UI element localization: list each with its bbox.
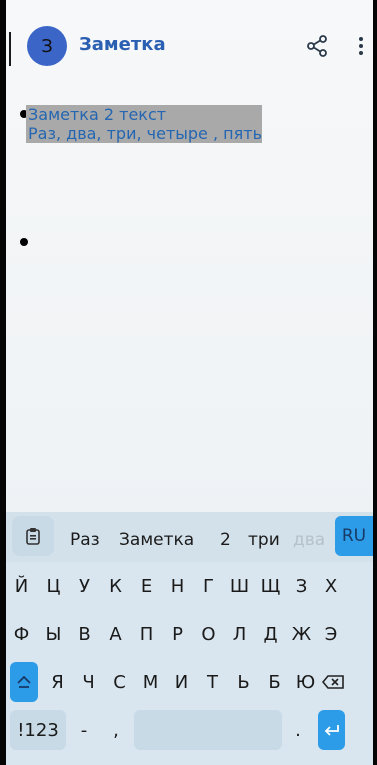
key[interactable]: Ц [38, 566, 69, 606]
key[interactable]: Д [255, 614, 286, 654]
share-icon[interactable] [305, 34, 329, 58]
backspace-icon [322, 675, 344, 689]
key[interactable]: Ш [224, 566, 255, 606]
clipboard-button[interactable] [12, 516, 54, 556]
key-row-3: Я Ч С М И Т Ь Б Ю [6, 658, 373, 706]
clipboard-icon [26, 528, 40, 545]
suggestion-4[interactable]: три [248, 530, 280, 550]
note-line-1[interactable]: Заметка 2 текст [26, 105, 262, 124]
avatar-letter: З [41, 35, 53, 57]
space-key[interactable] [134, 710, 282, 750]
key[interactable]: У [69, 566, 100, 606]
backspace-key[interactable] [321, 662, 345, 702]
key[interactable]: Ж [286, 614, 317, 654]
key[interactable]: Х [317, 566, 345, 606]
screen: З Заметка Заметка 2 текст Раз, два, три,… [0, 0, 377, 765]
selected-text-block[interactable]: Заметка 2 текст Раз, два, три, четыре , … [26, 105, 262, 143]
shift-key[interactable] [10, 662, 38, 702]
key[interactable]: Й [6, 566, 37, 606]
enter-icon [324, 725, 339, 736]
key-row-4: !123 - , . [6, 706, 373, 762]
more-options-icon[interactable] [355, 34, 367, 58]
text-cursor [9, 32, 11, 66]
key[interactable]: Р [162, 614, 193, 654]
suggestion-2[interactable]: Заметка [119, 530, 194, 550]
enter-key[interactable] [318, 710, 345, 750]
key[interactable]: Т [197, 662, 228, 702]
suggestion-strip: Раз Заметка 2 три два RU [6, 512, 373, 562]
key[interactable]: Ф [6, 614, 37, 654]
suggestion-3[interactable]: 2 [220, 530, 231, 550]
key[interactable]: Г [193, 566, 224, 606]
key[interactable]: А [100, 614, 131, 654]
bullet-point [20, 238, 28, 246]
period-key[interactable]: . [286, 710, 310, 750]
key[interactable]: Б [259, 662, 290, 702]
key[interactable]: Ю [290, 662, 321, 702]
numeric-key[interactable]: !123 [10, 710, 66, 750]
language-button[interactable]: RU [335, 516, 373, 556]
key[interactable]: К [100, 566, 131, 606]
key[interactable]: Ы [38, 614, 69, 654]
right-screen-edge [373, 0, 377, 765]
key[interactable]: И [166, 662, 197, 702]
dash-key[interactable]: - [70, 710, 98, 750]
key[interactable]: В [69, 614, 100, 654]
key[interactable]: Л [224, 614, 255, 654]
comma-key[interactable]: , [102, 710, 130, 750]
suggestion-5[interactable]: два [293, 530, 325, 550]
key[interactable]: С [104, 662, 135, 702]
key[interactable]: Е [131, 566, 162, 606]
key-row-1: Й Ц У К Е Н Г Ш Щ З Х [6, 562, 373, 610]
key-row-2: Ф Ы В А П Р О Л Д Ж Э [6, 610, 373, 658]
key[interactable]: Ь [228, 662, 259, 702]
key[interactable]: П [131, 614, 162, 654]
key[interactable]: О [193, 614, 224, 654]
shift-icon [17, 675, 31, 688]
suggestion-1[interactable]: Раз [70, 530, 100, 550]
key[interactable]: Н [162, 566, 193, 606]
on-screen-keyboard: Раз Заметка 2 три два RU Й Ц У К Е Н Г Ш… [6, 512, 373, 765]
key[interactable]: З [286, 566, 317, 606]
key[interactable]: Я [42, 662, 73, 702]
page-title[interactable]: Заметка [79, 34, 166, 55]
note-line-2[interactable]: Раз, два, три, четыре , пять [26, 124, 262, 143]
key[interactable]: М [135, 662, 166, 702]
key[interactable]: Э [317, 614, 345, 654]
key[interactable]: Щ [255, 566, 286, 606]
avatar[interactable]: З [27, 26, 67, 66]
key[interactable]: Ч [73, 662, 104, 702]
